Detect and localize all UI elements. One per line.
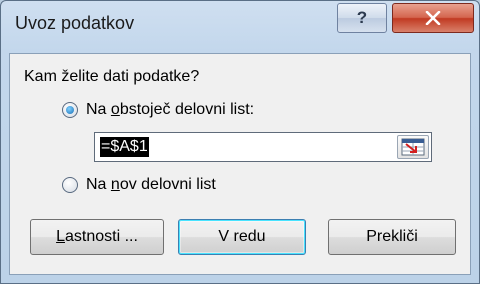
dialog-window: Uvoz podatkov ? Kam želite dati podatke?…	[0, 0, 480, 284]
range-select-icon	[401, 138, 425, 156]
cell-reference-input[interactable]: =$A$1	[94, 132, 432, 162]
cell-reference-value[interactable]: =$A$1	[100, 137, 149, 157]
properties-button[interactable]: Lastnosti ...	[30, 219, 164, 255]
dialog-title: Uvoz podatkov	[15, 13, 135, 33]
collapse-dialog-button[interactable]	[397, 135, 429, 159]
help-button[interactable]: ?	[337, 3, 387, 33]
close-icon	[425, 11, 441, 25]
cancel-button[interactable]: Prekliči	[328, 219, 456, 255]
existing-sheet-label[interactable]: Na obstoječ delovni list:	[86, 101, 254, 119]
close-button[interactable]	[392, 3, 474, 33]
new-sheet-radio[interactable]	[62, 177, 78, 193]
new-sheet-label[interactable]: Na nov delovni list	[86, 176, 216, 194]
existing-sheet-radio[interactable]	[62, 102, 78, 118]
dialog-body: Kam želite dati podatke? Na obstoječ del…	[9, 53, 471, 275]
destination-prompt: Kam želite dati podatke?	[24, 68, 200, 85]
new-sheet-option[interactable]: Na nov delovni list	[62, 174, 216, 196]
ok-button[interactable]: V redu	[178, 219, 306, 255]
help-icon: ?	[356, 8, 368, 27]
existing-sheet-option[interactable]: Na obstoječ delovni list:	[62, 99, 254, 121]
